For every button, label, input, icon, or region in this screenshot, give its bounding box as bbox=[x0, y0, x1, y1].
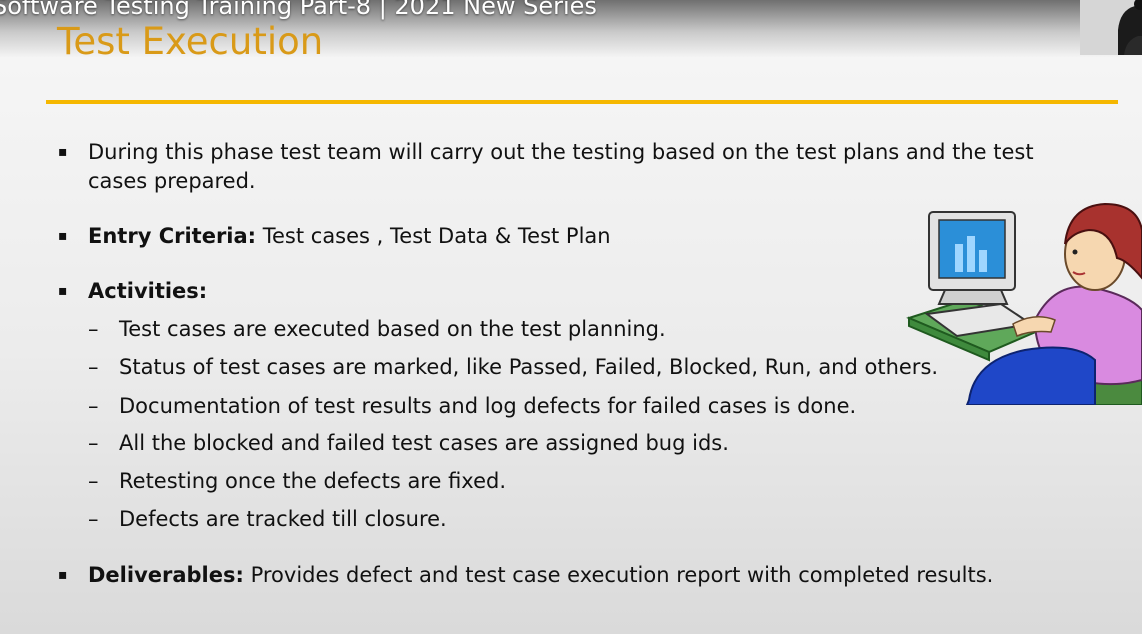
video-title[interactable]: Software Testing Training Part-8 | 2021 … bbox=[0, 0, 597, 20]
activity-text: All the blocked and failed test cases ar… bbox=[119, 431, 729, 455]
dash-mark: – bbox=[88, 469, 99, 493]
activity-text: Status of test cases are marked, like Pa… bbox=[119, 355, 939, 379]
title-underline bbox=[46, 100, 1118, 104]
dash-mark: – bbox=[88, 394, 99, 418]
activity-text: Documentation of test results and log de… bbox=[119, 394, 857, 418]
bullet-mark: ▪ bbox=[58, 567, 68, 583]
entry-criteria-label: Entry Criteria: bbox=[88, 224, 257, 248]
bullet-mark: ▪ bbox=[58, 283, 68, 299]
bullet-mark: ▪ bbox=[58, 144, 68, 160]
entry-criteria-text: Test cases , Test Data & Test Plan bbox=[256, 224, 611, 248]
bullet-mark: ▪ bbox=[58, 228, 68, 244]
activities-label: Activities: bbox=[88, 279, 208, 303]
webcam-thumbnail bbox=[1080, 0, 1142, 55]
activity-text: Test cases are executed based on the tes… bbox=[119, 317, 666, 341]
intro-line-2: cases prepared. bbox=[88, 169, 256, 193]
intro-line-1: During this phase test team will carry o… bbox=[88, 140, 1034, 164]
deliverables-text: Provides defect and test case execution … bbox=[243, 563, 994, 587]
dash-mark: – bbox=[88, 355, 99, 379]
dash-mark: – bbox=[88, 507, 99, 531]
slide-title: Test Execution bbox=[57, 20, 324, 63]
activity-text: Defects are tracked till closure. bbox=[119, 507, 447, 531]
woman-at-computer-icon bbox=[905, 200, 1142, 406]
dash-mark: – bbox=[88, 431, 99, 455]
activity-text: Retesting once the defects are fixed. bbox=[119, 469, 507, 493]
deliverables-label: Deliverables: bbox=[88, 563, 244, 587]
dash-mark: – bbox=[88, 317, 99, 341]
